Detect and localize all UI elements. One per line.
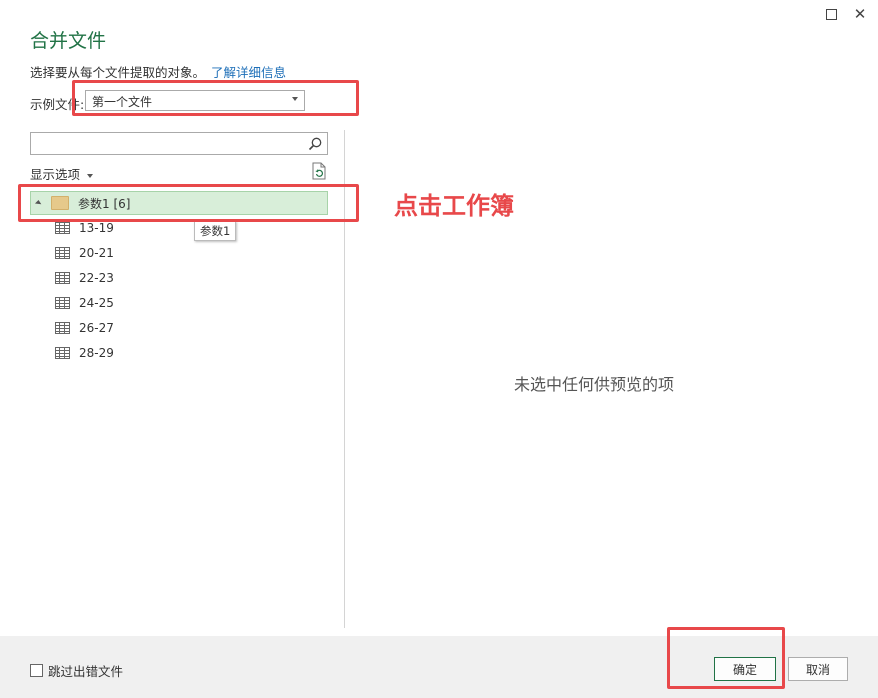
table-icon — [55, 272, 70, 284]
tree-item[interactable]: 26-27 — [55, 318, 114, 338]
search-icon[interactable] — [307, 136, 323, 152]
combine-files-dialog: ✕ 合并文件 选择要从每个文件提取的对象。 了解详细信息 示例文件: 第一个文件 … — [0, 0, 878, 698]
dialog-description: 选择要从每个文件提取的对象。 了解详细信息 — [30, 62, 286, 81]
maximize-button[interactable] — [820, 4, 842, 24]
tree-item-label: 24-25 — [79, 296, 114, 310]
skip-errors-label: 跳过出错文件 — [48, 664, 124, 679]
annotation-box-tree-root — [18, 184, 359, 222]
tree-item-label: 28-29 — [79, 346, 114, 360]
refresh-icon[interactable] — [311, 162, 327, 180]
table-icon — [55, 322, 70, 334]
table-icon — [55, 247, 70, 259]
caret-down-icon — [87, 173, 94, 178]
table-icon — [55, 297, 70, 309]
table-icon — [55, 347, 70, 359]
tree-item[interactable]: 28-29 — [55, 343, 114, 363]
preview-empty-message: 未选中任何供预览的项 — [514, 375, 675, 394]
tree-item-label: 20-21 — [79, 246, 114, 260]
tooltip: 参数1 — [194, 221, 237, 241]
annotation-box-ok-button — [667, 627, 785, 689]
close-icon: ✕ — [853, 5, 867, 23]
tree-item[interactable]: 24-25 — [55, 293, 114, 313]
annotation-text: 点击工作簿 — [394, 192, 514, 220]
display-options-menu[interactable]: 显示选项 — [30, 164, 94, 183]
learn-more-link[interactable]: 了解详细信息 — [211, 65, 286, 80]
maximize-icon — [825, 8, 837, 20]
tree-item-label: 22-23 — [79, 271, 114, 285]
skip-errors-option[interactable]: 跳过出错文件 — [30, 661, 123, 680]
tree-item[interactable]: 22-23 — [55, 268, 114, 288]
dialog-title: 合并文件 — [30, 30, 107, 52]
tree-item-label: 13-19 — [79, 221, 114, 235]
table-icon — [55, 222, 70, 234]
skip-errors-checkbox[interactable] — [30, 664, 43, 677]
display-options-label: 显示选项 — [30, 167, 81, 182]
search-input[interactable] — [30, 132, 328, 155]
close-button[interactable]: ✕ — [849, 4, 871, 24]
tree-item-label: 26-27 — [79, 321, 114, 335]
cancel-button[interactable]: 取消 — [788, 657, 848, 681]
description-text: 选择要从每个文件提取的对象。 — [30, 65, 206, 80]
tree-item[interactable]: 20-21 — [55, 243, 114, 263]
annotation-box-example-file — [72, 80, 359, 116]
